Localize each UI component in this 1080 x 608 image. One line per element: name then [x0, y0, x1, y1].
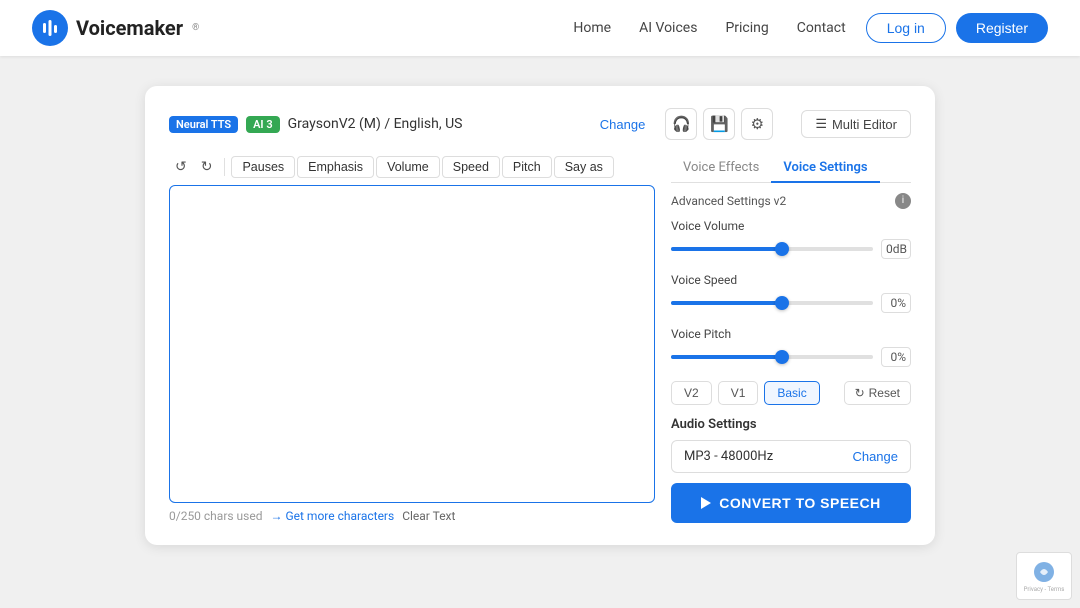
- voice-pitch-track[interactable]: [671, 355, 873, 359]
- voice-pitch-value: 0%: [881, 347, 911, 367]
- multi-editor-button[interactable]: ☰ Multi Editor: [801, 110, 911, 138]
- voice-pitch-thumb[interactable]: [775, 350, 789, 364]
- text-editor[interactable]: [169, 185, 655, 503]
- toolbar-separator: [224, 158, 225, 176]
- main-content: Neural TTS AI 3 GraysonV2 (M) / English,…: [0, 56, 1080, 608]
- voice-bar: Neural TTS AI 3 GraysonV2 (M) / English,…: [169, 108, 911, 140]
- voice-speed-group: Voice Speed 0%: [671, 273, 911, 313]
- tab-voice-settings[interactable]: Voice Settings: [771, 154, 879, 183]
- v1-button[interactable]: V1: [718, 381, 759, 405]
- headphone-icon: 🎧: [672, 115, 691, 133]
- convert-label: CONVERT TO SPEECH: [719, 495, 881, 511]
- convert-to-speech-button[interactable]: CONVERT TO SPEECH: [671, 483, 911, 523]
- settings-button[interactable]: ⚙: [741, 108, 773, 140]
- badge-neural: Neural TTS: [169, 116, 238, 133]
- voice-volume-row: 0dB: [671, 239, 911, 259]
- voice-speed-row: 0%: [671, 293, 911, 313]
- navbar: Voicemaker ® Home AI Voices Pricing Cont…: [0, 0, 1080, 56]
- volume-button[interactable]: Volume: [376, 156, 440, 178]
- headphone-button[interactable]: 🎧: [665, 108, 697, 140]
- voice-volume-group: Voice Volume 0dB: [671, 219, 911, 259]
- nav-ai-voices[interactable]: AI Voices: [639, 20, 697, 36]
- voice-pitch-group: Voice Pitch 0%: [671, 327, 911, 367]
- recaptcha-badge: Privacy - Terms: [1016, 552, 1072, 600]
- nav-links: Home AI Voices Pricing Contact: [573, 20, 845, 36]
- login-button[interactable]: Log in: [866, 13, 946, 43]
- reset-button[interactable]: ↻ Reset: [844, 381, 911, 405]
- multi-editor-icon: ☰: [815, 116, 827, 132]
- recaptcha-icon: [1032, 560, 1056, 584]
- audio-format-row: MP3 - 48000Hz Change: [671, 440, 911, 473]
- gear-icon: ⚙: [751, 115, 764, 133]
- nav-home[interactable]: Home: [573, 20, 611, 36]
- logo: Voicemaker ®: [32, 10, 199, 46]
- audio-format-text: MP3 - 48000Hz: [684, 449, 773, 464]
- voice-speed-value: 0%: [881, 293, 911, 313]
- audio-change-button[interactable]: Change: [852, 449, 898, 464]
- nav-pricing[interactable]: Pricing: [725, 20, 768, 36]
- voice-volume-track[interactable]: [671, 247, 873, 251]
- nav-contact[interactable]: Contact: [797, 20, 846, 36]
- change-voice-button[interactable]: Change: [600, 117, 646, 132]
- voice-pitch-fill: [671, 355, 782, 359]
- redo-button[interactable]: ↻: [195, 154, 219, 179]
- char-count: 0/250 chars used: [169, 509, 263, 523]
- voice-speed-label: Voice Speed: [671, 273, 911, 287]
- clear-text-button[interactable]: Clear Text: [402, 509, 455, 523]
- save-button[interactable]: 💾: [703, 108, 735, 140]
- editor-two-col: ↺ ↻ Pauses Emphasis Volume Speed Pitch S…: [169, 154, 911, 523]
- voice-volume-fill: [671, 247, 782, 251]
- pitch-button[interactable]: Pitch: [502, 156, 552, 178]
- voice-speed-track[interactable]: [671, 301, 873, 305]
- get-more-chars-link[interactable]: → Get more characters: [271, 509, 395, 523]
- recaptcha-text: Privacy - Terms: [1024, 586, 1065, 593]
- v2-button[interactable]: V2: [671, 381, 712, 405]
- voice-name-text: GraysonV2 (M) / English, US: [288, 116, 592, 132]
- advanced-settings-label: Advanced Settings v2: [671, 194, 786, 208]
- advanced-settings-header: Advanced Settings v2 i: [671, 193, 911, 209]
- reset-icon: ↻: [855, 386, 865, 400]
- info-icon[interactable]: i: [895, 193, 911, 209]
- audio-settings-label: Audio Settings: [671, 417, 911, 432]
- version-buttons: V2 V1 Basic ↻ Reset: [671, 381, 911, 405]
- voice-volume-thumb[interactable]: [775, 242, 789, 256]
- voice-pitch-row: 0%: [671, 347, 911, 367]
- tab-voice-effects[interactable]: Voice Effects: [671, 154, 771, 183]
- voice-volume-value: 0dB: [881, 239, 911, 259]
- badge-ai3: AI 3: [246, 116, 280, 133]
- logo-text: Voicemaker: [76, 16, 183, 40]
- undo-button[interactable]: ↺: [169, 154, 193, 179]
- say-as-button[interactable]: Say as: [554, 156, 614, 178]
- multi-editor-label: Multi Editor: [832, 117, 897, 132]
- editor-footer: 0/250 chars used → Get more characters C…: [169, 509, 655, 523]
- emphasis-button[interactable]: Emphasis: [297, 156, 374, 178]
- editor-card: Neural TTS AI 3 GraysonV2 (M) / English,…: [145, 86, 935, 545]
- voice-speed-fill: [671, 301, 782, 305]
- logo-icon: [32, 10, 68, 46]
- left-column: ↺ ↻ Pauses Emphasis Volume Speed Pitch S…: [169, 154, 655, 523]
- voice-pitch-label: Voice Pitch: [671, 327, 911, 341]
- basic-button[interactable]: Basic: [764, 381, 819, 405]
- editor-toolbar: ↺ ↻ Pauses Emphasis Volume Speed Pitch S…: [169, 154, 655, 179]
- save-icon: 💾: [710, 115, 729, 133]
- voice-speed-thumb[interactable]: [775, 296, 789, 310]
- panel-tabs: Voice Effects Voice Settings: [671, 154, 911, 183]
- speed-button[interactable]: Speed: [442, 156, 500, 178]
- register-button[interactable]: Register: [956, 13, 1048, 43]
- voice-volume-label: Voice Volume: [671, 219, 911, 233]
- right-column: Voice Effects Voice Settings Advanced Se…: [671, 154, 911, 523]
- reset-label: Reset: [869, 386, 900, 400]
- voice-bar-icons: 🎧 💾 ⚙: [665, 108, 773, 140]
- pauses-button[interactable]: Pauses: [231, 156, 295, 178]
- play-icon: [701, 497, 711, 509]
